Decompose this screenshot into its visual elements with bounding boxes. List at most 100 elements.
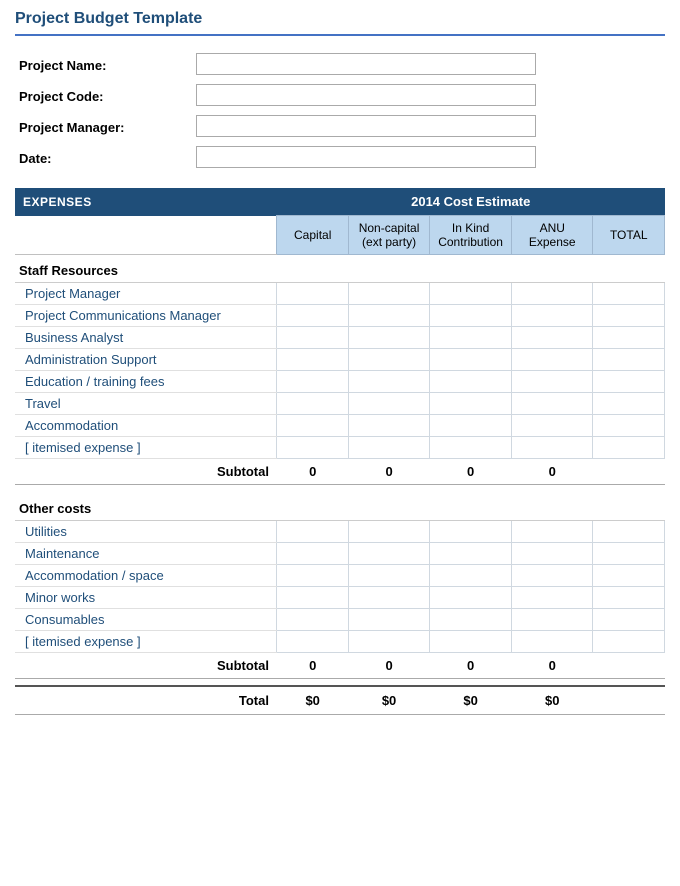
other-noncap-cell[interactable] [348,608,429,630]
staff-anu-cell[interactable] [512,349,593,371]
staff-capital-cell[interactable] [277,305,348,327]
other-capital-cell[interactable] [277,564,348,586]
staff-anu-cell[interactable] [512,371,593,393]
page-title: Project Budget Template [15,10,665,36]
other-item-label: Utilities [15,520,277,542]
in-kind-header: In Kind Contribution [430,216,512,255]
staff-noncap-cell[interactable] [348,305,429,327]
staff-total-cell [593,437,665,459]
other-capital-cell[interactable] [277,520,348,542]
other-row: Accommodation / space [15,564,665,586]
staff-resources-label: Staff Resources [15,255,665,283]
project-field-label: Project Code: [15,81,192,112]
staff-noncap-cell[interactable] [348,393,429,415]
staff-item-label: [ itemised expense ] [15,437,277,459]
staff-inkind-cell[interactable] [430,393,512,415]
project-input[interactable] [196,84,536,106]
project-info-row: Date: [15,143,665,174]
staff-noncap-cell[interactable] [348,415,429,437]
project-info-row: Project Code: [15,81,665,112]
project-input[interactable] [196,115,536,137]
other-inkind-cell[interactable] [430,564,512,586]
other-capital-cell[interactable] [277,586,348,608]
column-headers-row: Capital Non-capital (ext party) In Kind … [15,216,665,255]
other-subtotal-anu: 0 [512,652,593,678]
staff-inkind-cell[interactable] [430,415,512,437]
other-noncap-cell[interactable] [348,564,429,586]
staff-capital-cell[interactable] [277,349,348,371]
empty-header-cell [15,216,277,255]
project-field-value[interactable] [192,143,665,174]
staff-row: Project Manager [15,283,665,305]
other-inkind-cell[interactable] [430,520,512,542]
staff-noncap-cell[interactable] [348,371,429,393]
staff-total-cell [593,327,665,349]
staff-total-cell [593,305,665,327]
other-subtotal-noncap: 0 [348,652,429,678]
staff-anu-cell[interactable] [512,393,593,415]
project-input[interactable] [196,53,536,75]
staff-resources-header: Staff Resources [15,255,665,283]
other-total-cell [593,520,665,542]
staff-noncap-cell[interactable] [348,349,429,371]
other-inkind-cell[interactable] [430,608,512,630]
other-capital-cell[interactable] [277,608,348,630]
other-inkind-cell[interactable] [430,586,512,608]
staff-noncap-cell[interactable] [348,283,429,305]
staff-item-label: Administration Support [15,349,277,371]
other-noncap-cell[interactable] [348,630,429,652]
project-field-value[interactable] [192,50,665,81]
other-inkind-cell[interactable] [430,542,512,564]
project-field-value[interactable] [192,112,665,143]
staff-anu-cell[interactable] [512,437,593,459]
staff-capital-cell[interactable] [277,393,348,415]
other-subtotal-row: Subtotal 0 0 0 0 [15,652,665,678]
staff-capital-cell[interactable] [277,437,348,459]
other-noncap-cell[interactable] [348,586,429,608]
budget-table: EXPENSES 2014 Cost Estimate Capital Non-… [15,188,665,715]
other-anu-cell[interactable] [512,542,593,564]
staff-row: Travel [15,393,665,415]
other-noncap-cell[interactable] [348,520,429,542]
staff-anu-cell[interactable] [512,305,593,327]
staff-row: Accommodation [15,415,665,437]
other-inkind-cell[interactable] [430,630,512,652]
staff-anu-cell[interactable] [512,327,593,349]
other-total-cell [593,542,665,564]
other-anu-cell[interactable] [512,564,593,586]
other-anu-cell[interactable] [512,586,593,608]
staff-row: Project Communications Manager [15,305,665,327]
staff-capital-cell[interactable] [277,371,348,393]
other-capital-cell[interactable] [277,630,348,652]
staff-capital-cell[interactable] [277,327,348,349]
staff-total-cell [593,371,665,393]
staff-inkind-cell[interactable] [430,371,512,393]
staff-anu-cell[interactable] [512,415,593,437]
staff-noncap-cell[interactable] [348,327,429,349]
other-anu-cell[interactable] [512,520,593,542]
main-header-row: EXPENSES 2014 Cost Estimate [15,188,665,216]
project-field-value[interactable] [192,81,665,112]
staff-item-label: Project Communications Manager [15,305,277,327]
other-noncap-cell[interactable] [348,542,429,564]
staff-subtotal-anu: 0 [512,459,593,485]
staff-capital-cell[interactable] [277,283,348,305]
staff-inkind-cell[interactable] [430,437,512,459]
staff-inkind-cell[interactable] [430,283,512,305]
other-capital-cell[interactable] [277,542,348,564]
staff-item-label: Accommodation [15,415,277,437]
staff-anu-cell[interactable] [512,283,593,305]
staff-total-cell [593,393,665,415]
project-field-label: Project Manager: [15,112,192,143]
staff-noncap-cell[interactable] [348,437,429,459]
staff-capital-cell[interactable] [277,415,348,437]
project-input[interactable] [196,146,536,168]
other-anu-cell[interactable] [512,608,593,630]
staff-inkind-cell[interactable] [430,327,512,349]
staff-inkind-cell[interactable] [430,349,512,371]
staff-item-label: Project Manager [15,283,277,305]
other-row: Utilities [15,520,665,542]
staff-inkind-cell[interactable] [430,305,512,327]
other-anu-cell[interactable] [512,630,593,652]
expenses-label: EXPENSES [15,188,277,216]
